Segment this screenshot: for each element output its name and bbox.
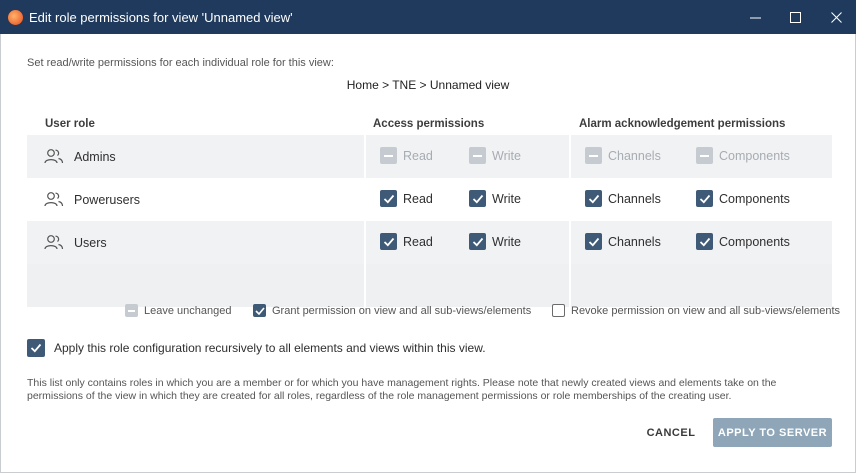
components-checkbox[interactable]: [696, 190, 713, 207]
components-permission-admins[interactable]: Components: [696, 147, 790, 164]
apply-to-server-button[interactable]: APPLY TO SERVER: [713, 418, 832, 447]
channels-checkbox[interactable]: [585, 147, 602, 164]
role-name: Users: [74, 236, 107, 250]
recursive-apply-label: Apply this role configuration recursivel…: [54, 341, 486, 355]
channels-permission-admins[interactable]: Channels: [585, 147, 661, 164]
role-name: Admins: [74, 150, 116, 164]
column-header-user-role: User role: [45, 118, 95, 130]
legend-label: Revoke permission on view and all sub-vi…: [571, 304, 841, 317]
breadcrumb: Home > TNE > Unnamed view: [346, 78, 510, 92]
checked-checkbox-icon: [253, 304, 266, 317]
channels-permission-users[interactable]: Channels: [585, 233, 661, 250]
users-icon: [44, 148, 64, 169]
column-divider: [569, 135, 571, 178]
read-checkbox[interactable]: [380, 147, 397, 164]
write-checkbox[interactable]: [469, 147, 486, 164]
write-permission-powerusers[interactable]: Write: [469, 190, 521, 207]
channels-checkbox[interactable]: [585, 233, 602, 250]
users-icon: [44, 191, 64, 212]
table-row-empty: [27, 264, 832, 307]
write-checkbox[interactable]: [469, 190, 486, 207]
legend-label: Grant permission on view and all sub-vie…: [272, 304, 532, 317]
components-checkbox[interactable]: [696, 233, 713, 250]
recursive-apply-checkbox[interactable]: [27, 339, 45, 357]
read-label: Read: [403, 234, 433, 249]
components-label: Components: [719, 234, 790, 249]
column-divider: [569, 221, 571, 264]
channels-label: Channels: [608, 234, 661, 249]
table-row: Powerusers Read Write Channels Components: [27, 178, 832, 221]
intro-text: Set read/write permissions for each indi…: [27, 57, 334, 69]
legend-grant: Grant permission on view and all sub-vie…: [253, 304, 531, 317]
read-permission-powerusers[interactable]: Read: [380, 190, 433, 207]
write-checkbox[interactable]: [469, 233, 486, 250]
legend-revoke: Revoke permission on view and all sub-vi…: [552, 304, 840, 317]
indeterminate-checkbox-icon: [125, 304, 138, 317]
table-row: Users Read Write Channels Components: [27, 221, 832, 264]
role-name: Powerusers: [74, 193, 140, 207]
app-logo-icon: [8, 10, 23, 25]
read-checkbox[interactable]: [380, 190, 397, 207]
column-header-alarm: Alarm acknowledgement permissions: [579, 118, 786, 130]
column-divider: [364, 264, 366, 307]
write-label: Write: [492, 234, 521, 249]
recursive-apply-option[interactable]: Apply this role configuration recursivel…: [27, 339, 486, 357]
legend-label: Leave unchanged: [144, 304, 232, 317]
write-permission-users[interactable]: Write: [469, 233, 521, 250]
close-icon: [830, 11, 842, 23]
read-permission-admins[interactable]: Read: [380, 147, 433, 164]
components-permission-powerusers[interactable]: Components: [696, 190, 790, 207]
write-label: Write: [492, 191, 521, 206]
channels-permission-powerusers[interactable]: Channels: [585, 190, 661, 207]
channels-checkbox[interactable]: [585, 190, 602, 207]
components-label: Components: [719, 148, 790, 163]
write-label: Write: [492, 148, 521, 163]
maximize-button[interactable]: [775, 0, 815, 34]
components-checkbox[interactable]: [696, 147, 713, 164]
read-label: Read: [403, 191, 433, 206]
table-row: Admins Read Write Channels Components: [27, 135, 832, 178]
title-bar: Edit role permissions for view 'Unnamed …: [0, 0, 856, 34]
minimize-button[interactable]: [735, 0, 775, 34]
write-permission-admins[interactable]: Write: [469, 147, 521, 164]
components-label: Components: [719, 191, 790, 206]
read-permission-users[interactable]: Read: [380, 233, 433, 250]
read-label: Read: [403, 148, 433, 163]
read-checkbox[interactable]: [380, 233, 397, 250]
empty-checkbox-icon: [552, 304, 565, 317]
column-divider: [364, 135, 366, 178]
window-title: Edit role permissions for view 'Unnamed …: [29, 10, 293, 25]
cancel-button[interactable]: CANCEL: [636, 419, 706, 447]
column-divider: [364, 221, 366, 264]
users-icon: [44, 234, 64, 255]
components-permission-users[interactable]: Components: [696, 233, 790, 250]
info-note: This list only contains roles in which y…: [27, 377, 777, 402]
column-divider: [569, 264, 571, 307]
channels-label: Channels: [608, 148, 661, 163]
legend-leave-unchanged: Leave unchanged: [125, 304, 231, 317]
maximize-icon: [789, 11, 801, 23]
channels-label: Channels: [608, 191, 661, 206]
minimize-icon: [749, 17, 761, 18]
column-header-access: Access permissions: [373, 118, 485, 130]
close-button[interactable]: [816, 0, 856, 34]
